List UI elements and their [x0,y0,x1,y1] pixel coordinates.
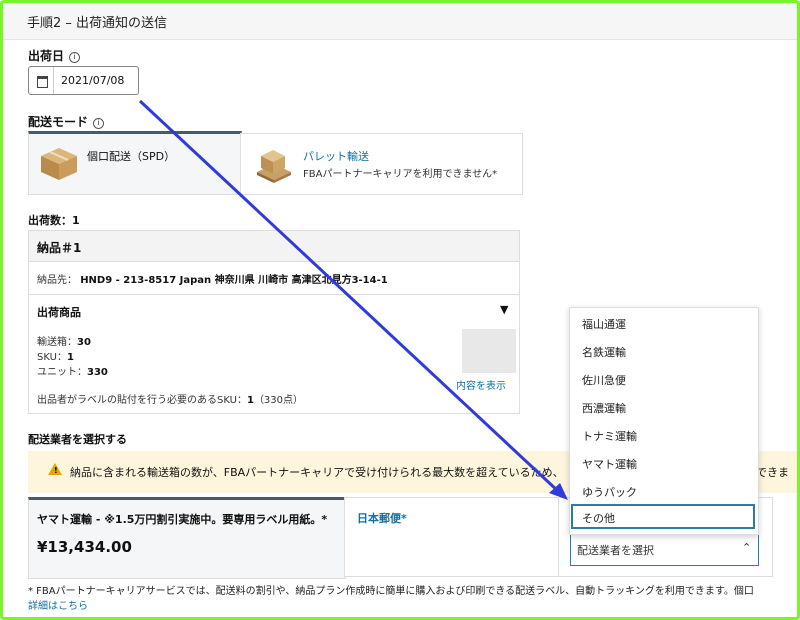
carrier-option-price: ¥13,434.00 [37,538,132,556]
ship-date-label: 出荷日 i [28,47,81,64]
carrier-dropdown: 福山通運 名鉄運輸 佐川急便 西濃運輸 トナミ運輸 ヤマト運輸 ゆうパック その… [569,307,759,535]
info-icon[interactable]: i [93,118,105,129]
warning-text: 納品に含まれる輸送箱の数が、FBAパートナーキャリアで受け付けられる最大数を超え… [70,466,564,479]
carrier-option-yamato[interactable]: ヤマト運輸 - ※1.5万円割引実施中。要専用ラベル用紙。* ¥13,434.0… [28,497,346,579]
dropdown-item[interactable]: その他 [582,510,615,526]
dropdown-item[interactable]: 福山通運 [582,316,626,332]
dropdown-item[interactable]: ヤマト運輸 [582,456,637,472]
page-title: 手順2 – 出荷通知の送信 [27,16,168,31]
mode-option-title: パレット輸送 [303,150,369,163]
carrier-select-placeholder: 配送業者を選択 [577,544,654,557]
carrier-option-name: ヤマト運輸 - ※1.5万円割引実施中。要専用ラベル用紙。* [37,513,328,526]
details-link[interactable]: 詳細はこちら [28,597,88,612]
products-label: 出荷商品 [37,306,81,319]
shipping-mode-label: 配送モード i [28,113,105,130]
units-row: ユニット：330 [37,367,108,378]
boxes-row: 輸送箱：30 [37,337,91,348]
warning-icon: ! [48,463,62,475]
mode-option-subtitle: FBAパートナーキャリアを利用できません* [303,169,498,180]
box-icon [41,148,77,180]
mode-option-title: 個口配送（SPD） [87,150,176,163]
dropdown-item[interactable]: ゆうパック [582,484,637,500]
chevron-up-icon: ⌃ [742,541,752,554]
shipment-title: 納品＃1 [37,241,82,255]
mode-option-spd[interactable]: 個口配送（SPD） [28,131,242,195]
carrier-label: 配送業者を選択する [28,433,127,446]
product-thumbnail [462,329,516,373]
pallet-icon [257,150,291,183]
ship-date-input[interactable]: 2021/07/08 [28,66,139,95]
shipment-panel: 納品＃1 納品先： HND9 - 213-8517 Japan 神奈川県 川崎市… [28,230,520,414]
labels-note: 出品者がラベルの貼付を行う必要のあるSKU：1（330点） [37,395,304,406]
dropdown-item[interactable]: 名鉄運輸 [582,344,626,360]
carrier-option-japan-post[interactable]: 日本郵便* [344,497,560,577]
carrier-option-name: 日本郵便* [357,512,407,525]
footer-note: * FBAパートナーキャリアサービスでは、配送料の割引や、納品プラン作成時に簡単… [28,586,754,597]
sku-row: SKU：1 [37,352,74,363]
divider [29,294,519,295]
page-header: 手順2 – 出荷通知の送信 [3,3,797,40]
dropdown-item[interactable]: 西濃運輸 [582,400,626,416]
calendar-icon[interactable] [29,67,54,94]
ship-to-address: HND9 - 213-8517 Japan 神奈川県 川崎市 高津区北見方3-1… [80,275,388,286]
info-icon[interactable]: i [69,52,81,63]
shipment-count: 出荷数：1 [28,214,80,227]
dropdown-item[interactable]: 佐川急便 [582,372,626,388]
ship-to: 納品先： HND9 - 213-8517 Japan 神奈川県 川崎市 高津区北… [37,275,388,286]
collapse-triangle-icon[interactable]: ▼ [500,303,508,316]
carrier-select[interactable]: 配送業者を選択 ⌃ [570,532,759,566]
shipment-header: 納品＃1 [29,231,519,262]
show-contents-link[interactable]: 内容を表示 [456,377,506,392]
ship-date-value[interactable]: 2021/07/08 [61,74,124,87]
dropdown-item[interactable]: トナミ運輸 [582,428,637,444]
mode-option-pallet[interactable]: パレット輸送 FBAパートナーキャリアを利用できません* [240,133,523,195]
warning-text-tail: できま [756,466,789,479]
